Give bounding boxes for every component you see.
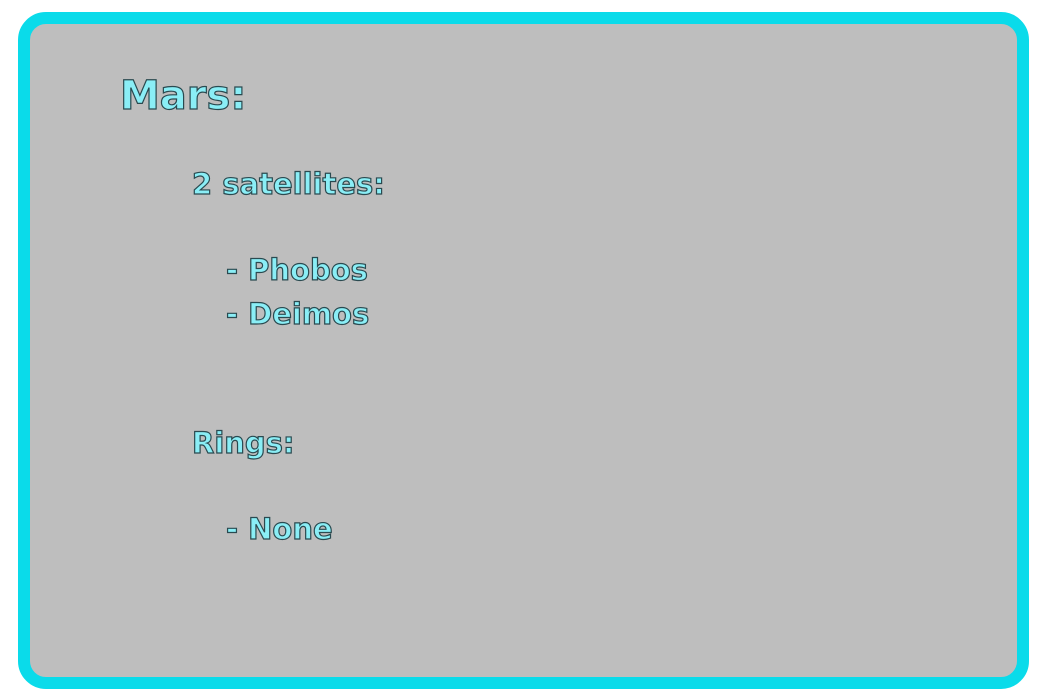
ring-item: - None (225, 512, 333, 546)
info-card: Mars: 2 satellites: - Phobos - Deimos Ri… (18, 12, 1029, 689)
satellites-heading: 2 satellites: (191, 167, 385, 201)
rings-heading: Rings: (191, 426, 295, 460)
satellite-item: - Deimos (225, 297, 370, 331)
card-title: Mars: (119, 73, 247, 119)
satellite-item: - Phobos (225, 253, 368, 287)
